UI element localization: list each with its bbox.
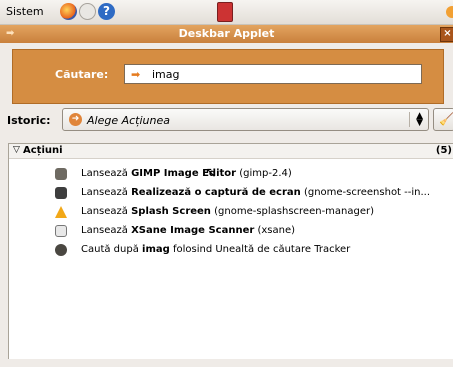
result-row[interactable]: Lansează XSane Image Scanner (xsane) — [9, 222, 453, 241]
history-combo[interactable]: ➜ Alege Acțiunea ▲ ▼ — [62, 108, 429, 131]
tray-icon[interactable] — [446, 6, 453, 18]
top-panel: Sistem ? — [0, 0, 453, 25]
search-icon: ➡ — [131, 68, 141, 81]
window-bottom — [0, 359, 453, 367]
system-menu[interactable]: Sistem — [6, 5, 44, 18]
result-text: Lansează Splash Screen (gnome-splashscre… — [81, 206, 375, 217]
category-header[interactable]: ▽ Acțiuni (5) — [9, 144, 453, 159]
tracker-icon — [55, 244, 67, 256]
clear-history-button[interactable]: 🧹 — [433, 108, 453, 131]
search-panel: Căutare: ➡ imag — [12, 49, 444, 104]
result-row[interactable]: Lansează Realizează o captură de ecran (… — [9, 184, 453, 203]
result-row[interactable]: Caută după imag folosind Unealtă de căut… — [9, 241, 453, 260]
result-text: Lansează Realizează o captură de ecran (… — [81, 187, 431, 198]
deskbar-applet-icon[interactable] — [217, 2, 233, 22]
window-titlebar[interactable]: ➡ Deskbar Applet × — [0, 25, 453, 43]
results-pane[interactable]: ▽ Acțiuni (5) Lansează GIMP Image Editor… — [8, 143, 453, 360]
search-input[interactable]: ➡ imag — [124, 64, 422, 84]
scanner-icon — [55, 225, 67, 237]
result-row[interactable]: Lansează Splash Screen (gnome-splashscre… — [9, 203, 453, 222]
mouse-cursor-icon: ↖ — [205, 165, 217, 181]
result-text: Lansează XSane Image Scanner (xsane) — [81, 225, 296, 236]
result-text: Caută după imag folosind Unealtă de căut… — [81, 244, 351, 255]
result-row[interactable]: Lansează GIMP Image Editor (gimp-2.4) — [9, 165, 453, 184]
broom-icon: 🧹 — [439, 112, 453, 126]
category-title: Acțiuni — [23, 145, 63, 156]
search-value: imag — [152, 68, 180, 81]
splash-icon — [55, 206, 67, 218]
mail-icon[interactable] — [79, 3, 96, 20]
help-icon[interactable]: ? — [98, 3, 115, 20]
result-text: Lansează GIMP Image Editor (gimp-2.4) — [81, 168, 292, 179]
history-label: Istoric: — [7, 114, 51, 127]
camera-icon — [55, 187, 67, 199]
window-title: Deskbar Applet — [178, 27, 275, 40]
history-selected: Alege Acțiunea — [87, 114, 170, 127]
combo-separator — [409, 112, 410, 127]
combo-arrows-icon: ▲ ▼ — [416, 111, 423, 128]
close-button[interactable]: × — [440, 27, 453, 42]
action-icon: ➜ — [69, 113, 82, 126]
search-label: Căutare: — [55, 68, 109, 81]
gimp-icon — [55, 168, 67, 180]
firefox-icon[interactable] — [60, 3, 77, 20]
collapse-triangle-icon[interactable]: ▽ — [13, 145, 20, 155]
category-count: (5) — [435, 145, 452, 156]
